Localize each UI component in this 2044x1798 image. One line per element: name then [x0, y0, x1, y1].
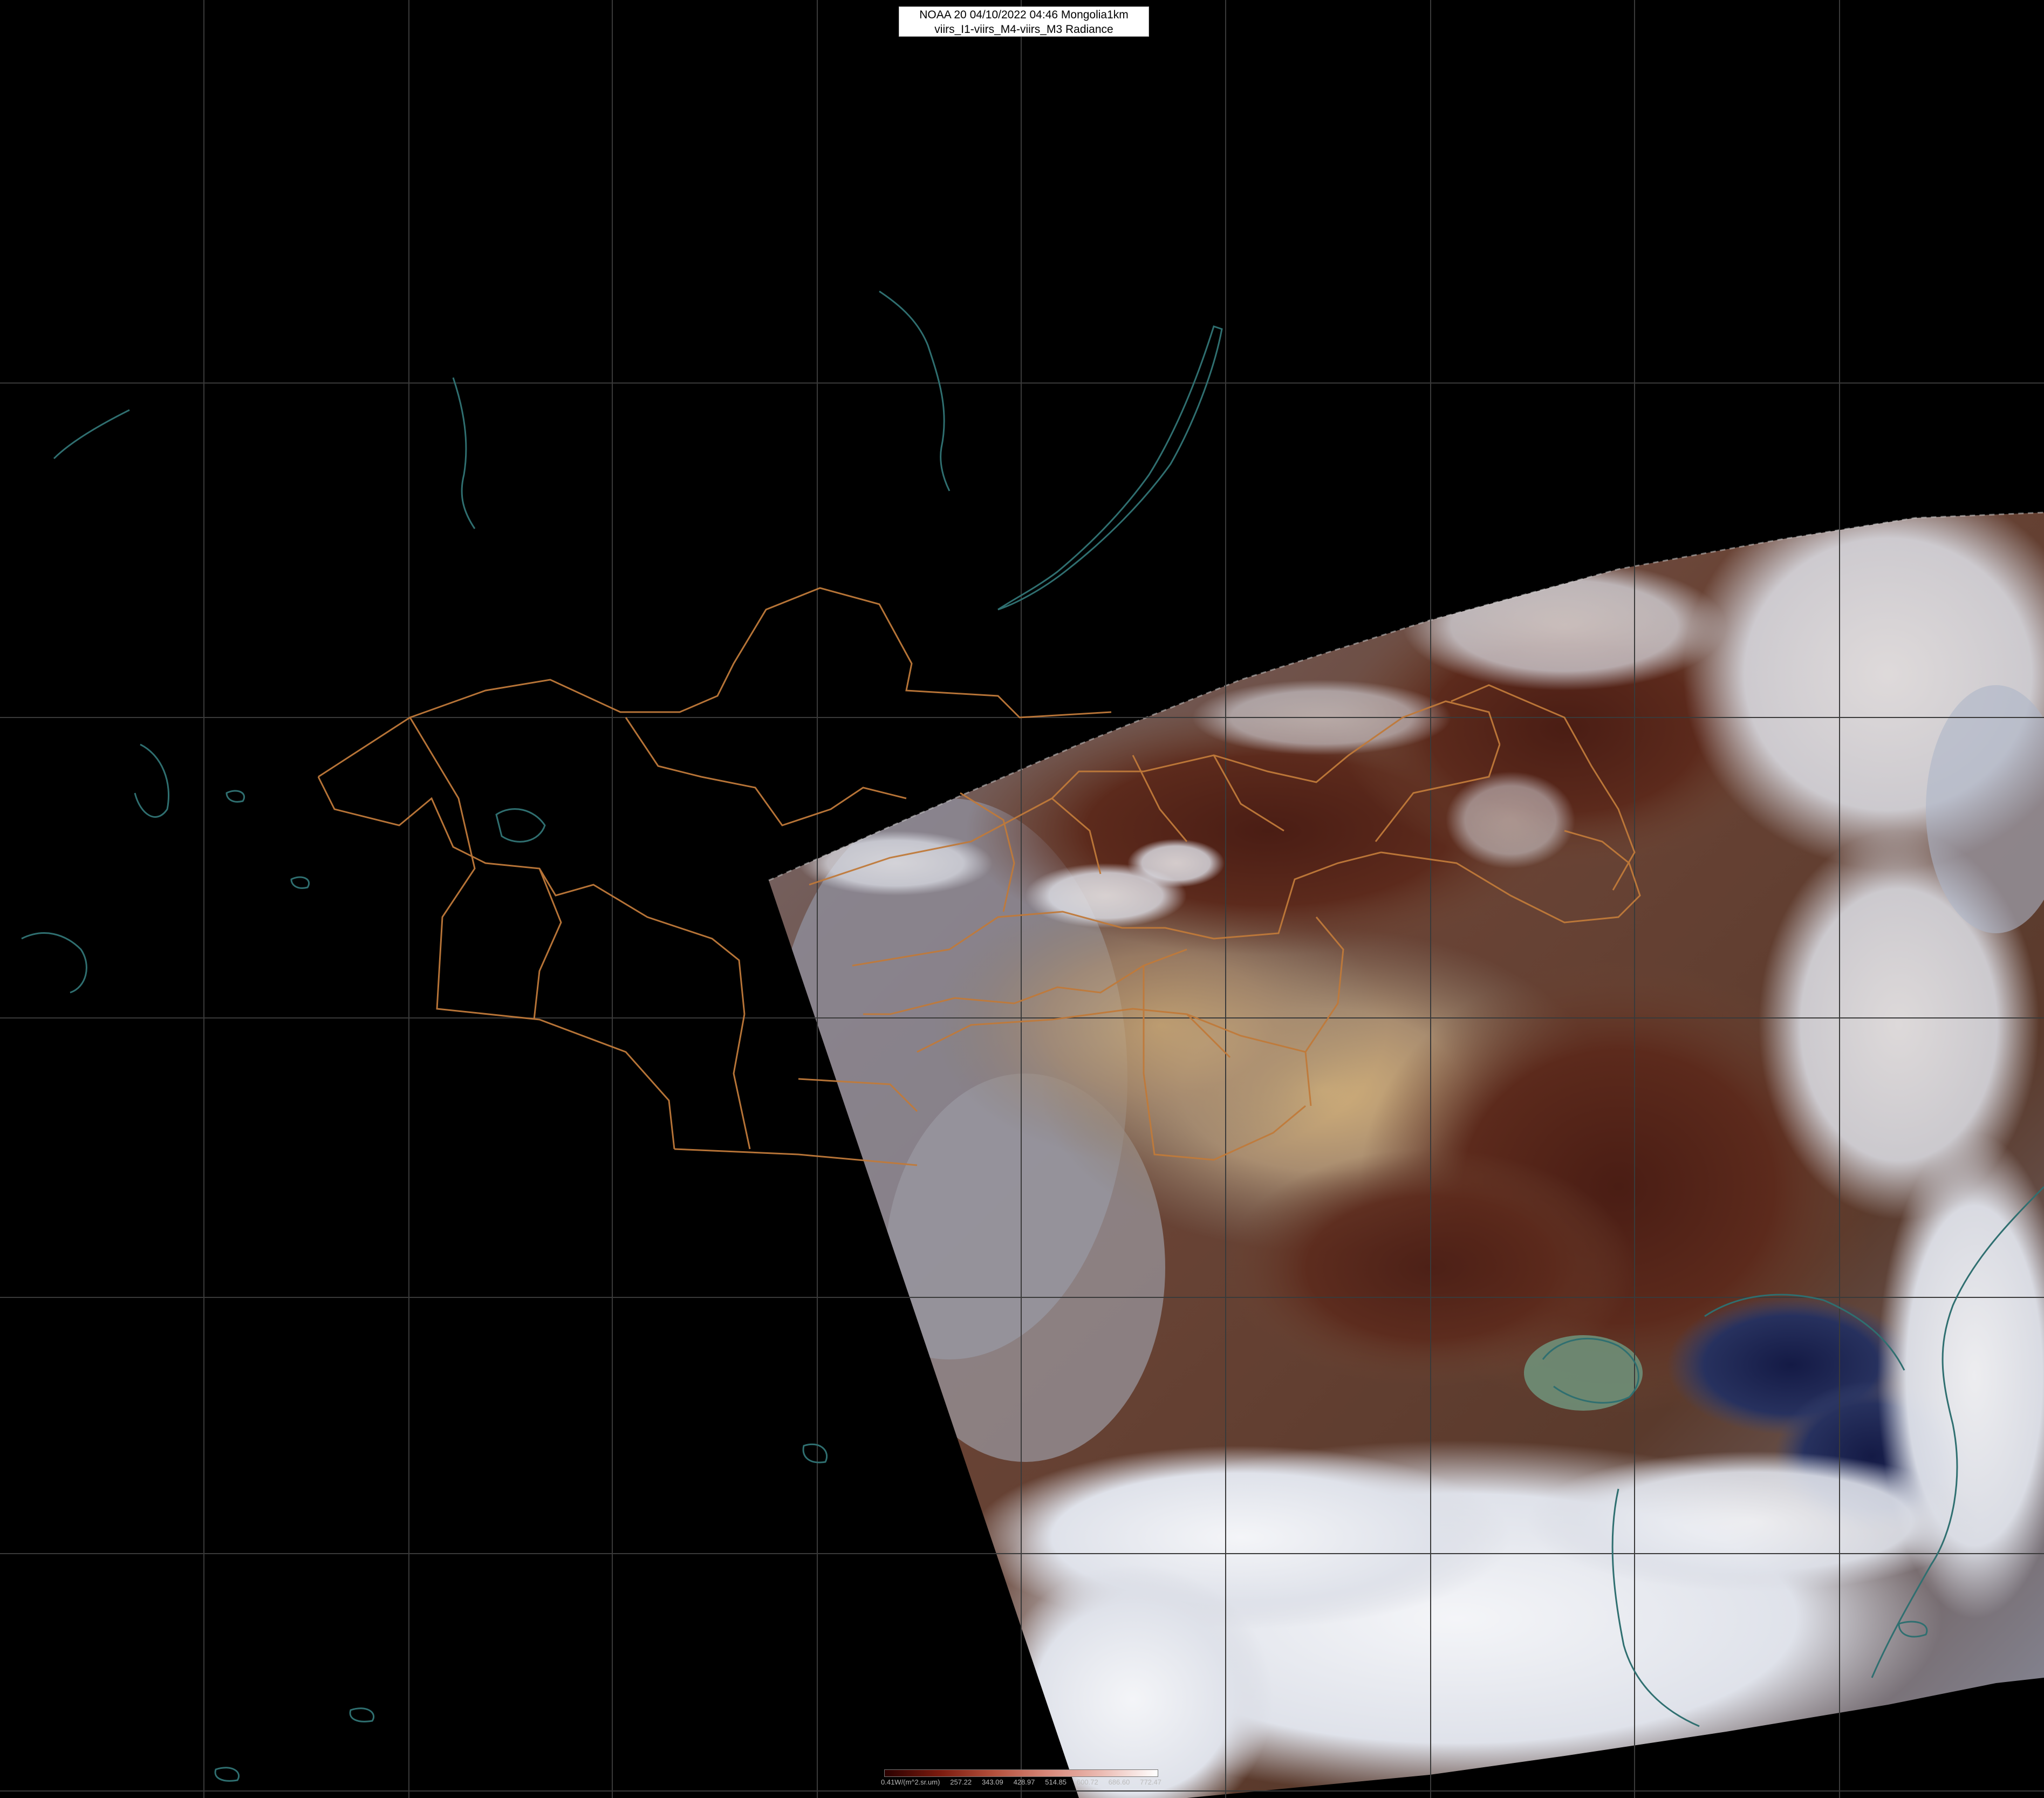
colorbar: 0.41W/(m^2.sr.um) 257.22 343.09 428.97 5… — [881, 1769, 1161, 1791]
colorbar-label: 600.72 — [1076, 1778, 1098, 1786]
image-title: NOAA 20 04/10/2022 04:46 Mongolia1km vii… — [899, 6, 1149, 37]
colorbar-ramp — [884, 1769, 1158, 1777]
colorbar-label: 772.47 — [1140, 1778, 1161, 1786]
colorbar-label: 428.97 — [1013, 1778, 1035, 1786]
colorbar-label: 686.60 — [1108, 1778, 1130, 1786]
colorbar-label: 514.85 — [1045, 1778, 1067, 1786]
title-line-2: viirs_I1-viirs_M4-viirs_M3 Radiance — [934, 23, 1113, 36]
colorbar-label: 257.22 — [950, 1778, 972, 1786]
satellite-swath — [769, 512, 2044, 1798]
title-line-1: NOAA 20 04/10/2022 04:46 Mongolia1km — [919, 9, 1129, 21]
colorbar-label: 343.09 — [981, 1778, 1003, 1786]
colorbar-label: 0.41W/(m^2.sr.um) — [881, 1778, 940, 1786]
colorbar-labels: 0.41W/(m^2.sr.um) 257.22 343.09 428.97 5… — [881, 1778, 1161, 1788]
satellite-image-map — [0, 0, 2044, 1798]
